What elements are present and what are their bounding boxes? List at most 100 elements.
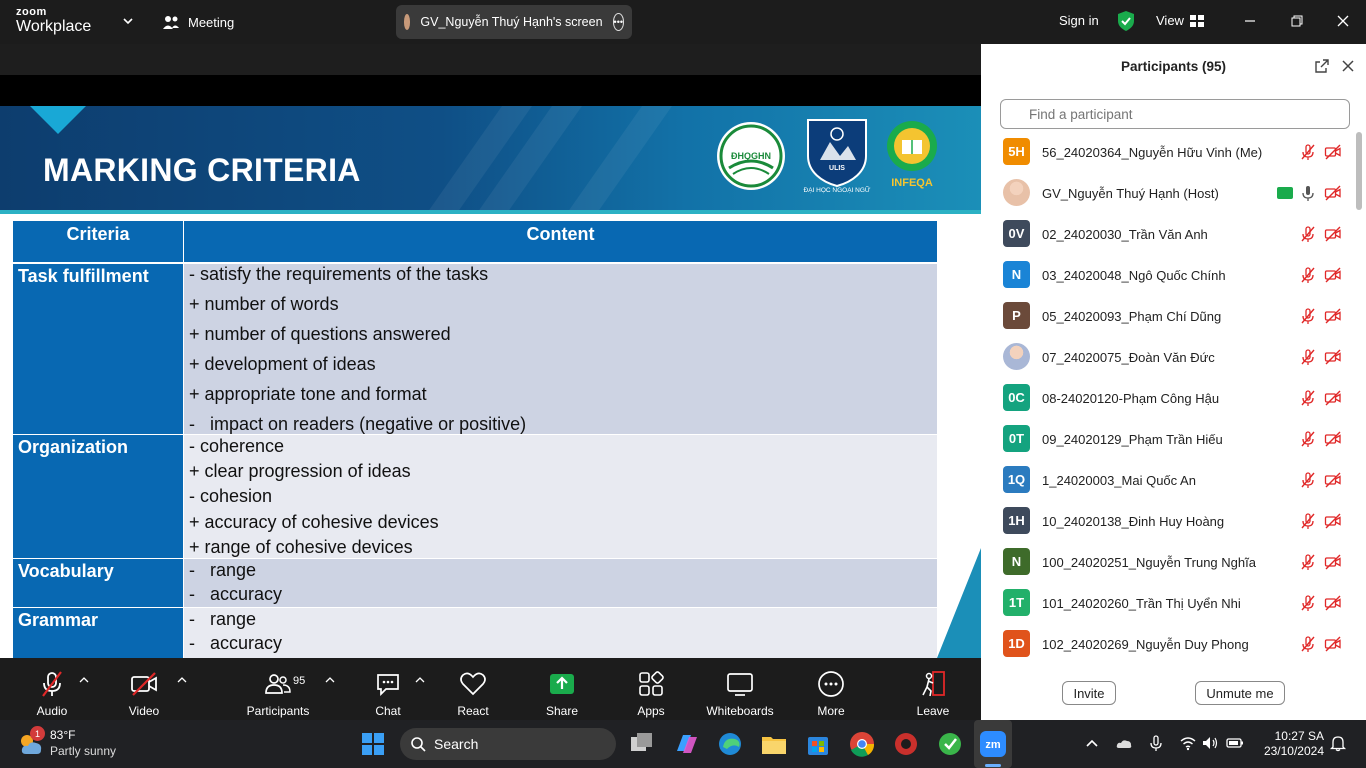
participant-row[interactable]: P 05_24020093_Phạm Chí Dũng — [981, 296, 1353, 337]
participant-avatar: 0C — [1003, 384, 1030, 411]
microphone-icon[interactable] — [1147, 734, 1165, 752]
participant-row[interactable]: 1Q 1_24020003_Mai Quốc An — [981, 460, 1353, 501]
content-line: - range — [189, 609, 257, 629]
close-icon — [1337, 15, 1349, 27]
video-button[interactable]: Video — [126, 658, 162, 720]
participant-avatar: 0V — [1003, 220, 1030, 247]
leave-button[interactable]: Leave — [915, 658, 951, 720]
participant-name: 101_24020260_Trần Thị Uyển Nhi — [1042, 596, 1241, 611]
share-button[interactable]: Share — [544, 658, 580, 720]
content-vocabulary: - range - accuracy — [184, 559, 937, 607]
content-column-header: Content — [184, 221, 937, 262]
participant-name: 05_24020093_Phạm Chí Dũng — [1042, 309, 1222, 324]
participants-label: Participants — [246, 704, 310, 718]
content-line: - satisfy the requirements of the tasks — [189, 264, 489, 284]
view-button[interactable]: View — [1156, 13, 1204, 28]
microphone-muted-icon — [1299, 512, 1317, 530]
react-label: React — [457, 704, 489, 718]
participant-name: 102_24020269_Nguyễn Duy Phong — [1042, 637, 1249, 652]
unmute-me-button[interactable]: Unmute me — [1195, 681, 1285, 705]
notification-bell-icon[interactable] — [1329, 734, 1347, 752]
windows-start-icon[interactable] — [358, 729, 388, 759]
copilot-icon[interactable] — [671, 729, 701, 759]
pop-out-icon[interactable] — [1314, 58, 1330, 74]
microphone-muted-icon — [1299, 389, 1317, 407]
chevron-up-icon[interactable] — [1083, 734, 1101, 752]
chat-options-caret-icon[interactable] — [415, 676, 425, 684]
chevron-down-icon[interactable] — [121, 14, 135, 28]
content-line: - accuracy — [189, 633, 283, 653]
participant-row[interactable]: N 03_24020048_Ngô Quốc Chính — [981, 255, 1353, 296]
more-icon — [818, 671, 844, 697]
sign-in-link[interactable]: Sign in — [1059, 13, 1099, 28]
close-panel-icon[interactable] — [1340, 58, 1356, 74]
audio-options-caret-icon[interactable] — [79, 676, 89, 684]
participant-row[interactable]: 0T 09_24020129_Phạm Trần Hiếu — [981, 419, 1353, 460]
participant-avatar: 1Q — [1003, 466, 1030, 493]
react-button[interactable]: React — [454, 658, 492, 720]
wifi-icon[interactable] — [1179, 734, 1197, 752]
video-options-caret-icon[interactable] — [177, 676, 187, 684]
participant-name: 56_24020364_Nguyễn Hữu Vinh (Me) — [1042, 145, 1263, 160]
system-clock[interactable]: 10:27 SA 23/10/2024 — [1256, 729, 1324, 759]
content-organization: - coherence + clear progression of ideas… — [184, 435, 937, 558]
participant-list-scrollbar[interactable] — [1356, 132, 1362, 664]
chrome-browser-icon[interactable] — [847, 729, 877, 759]
participant-avatar: 0T — [1003, 425, 1030, 452]
participant-row[interactable]: 1D 102_24020269_Nguyễn Duy Phong — [981, 624, 1353, 665]
microsoft-store-icon[interactable] — [803, 729, 833, 759]
invite-button[interactable]: Invite — [1062, 681, 1116, 705]
participant-row[interactable]: GV_Nguyễn Thuý Hạnh (Host) — [981, 173, 1353, 214]
file-explorer-icon[interactable] — [759, 729, 789, 759]
screen-share-indicator[interactable]: GV_Nguyễn Thuý Hạnh's screen ••• — [396, 5, 632, 39]
participant-row[interactable]: 0C 08-24020120-Phạm Công Hậu — [981, 378, 1353, 419]
participant-row[interactable]: 1H 10_24020138_Đinh Huy Hoàng — [981, 501, 1353, 542]
whiteboard-icon — [727, 673, 753, 696]
green-app-icon[interactable] — [935, 729, 965, 759]
battery-icon[interactable] — [1226, 734, 1244, 752]
participant-row[interactable]: 5H 56_24020364_Nguyễn Hữu Vinh (Me) — [981, 132, 1353, 173]
chat-button[interactable]: Chat — [370, 658, 406, 720]
apps-button[interactable]: Apps — [633, 658, 669, 720]
chat-label: Chat — [375, 704, 401, 718]
participant-row[interactable]: 0V 02_24020030_Trần Văn Anh — [981, 214, 1353, 255]
onedrive-cloud-icon[interactable] — [1115, 734, 1133, 752]
restore-button[interactable] — [1286, 10, 1308, 32]
content-line: - cohesion — [189, 486, 273, 506]
participant-row[interactable]: N 100_24020251_Nguyễn Trung Nghĩa — [981, 542, 1353, 583]
taskbar-search[interactable]: Search — [400, 728, 616, 760]
participants-button[interactable]: Participants — [246, 658, 310, 720]
criterion-grammar: Grammar — [13, 608, 183, 658]
content-line: + development of ideas — [189, 354, 376, 374]
volume-icon[interactable] — [1201, 734, 1219, 752]
find-participant-input[interactable] — [1000, 99, 1350, 129]
logo-workplace-text: Workplace — [16, 18, 92, 35]
criteria-column-header: Criteria — [13, 221, 183, 262]
participant-row[interactable]: 07_24020075_Đoàn Văn Đức — [981, 337, 1353, 378]
ulis-logo-caption: ĐẠI HỌC NGOẠI NGỮ — [804, 185, 871, 194]
microphone-muted-icon — [1299, 635, 1317, 653]
content-line: + number of questions answered — [189, 324, 451, 344]
participants-options-caret-icon[interactable] — [325, 676, 335, 684]
zoom-taskbar-active[interactable]: zm — [974, 720, 1012, 768]
more-button[interactable]: More — [813, 658, 849, 720]
audio-button[interactable]: Audio — [34, 658, 70, 720]
participant-row[interactable]: 1T 101_24020260_Trần Thị Uyển Nhi — [981, 583, 1353, 624]
meeting-menu-button[interactable]: Meeting — [162, 12, 234, 32]
ulis-logo-text: ULIS — [829, 165, 845, 172]
participant-avatar — [1003, 179, 1030, 206]
close-window-button[interactable] — [1332, 10, 1354, 32]
video-off-icon — [131, 672, 157, 696]
task-view-icon[interactable] — [627, 729, 657, 759]
participant-avatar: 1T — [1003, 589, 1030, 616]
content-line: + clear progression of ideas — [189, 461, 411, 481]
red-app-icon[interactable] — [891, 729, 921, 759]
shield-check-icon[interactable] — [1116, 10, 1136, 32]
minimize-button[interactable] — [1239, 10, 1261, 32]
content-grammar: - range - accuracy — [184, 608, 937, 658]
edge-browser-icon[interactable] — [715, 729, 745, 759]
whiteboards-button[interactable]: Whiteboards — [703, 658, 777, 720]
video-off-icon — [1324, 389, 1342, 407]
title-bar: zoom Workplace Meeting GV_Nguyễn Thuý Hạ… — [0, 0, 1366, 44]
more-options-icon[interactable]: ••• — [612, 13, 624, 31]
